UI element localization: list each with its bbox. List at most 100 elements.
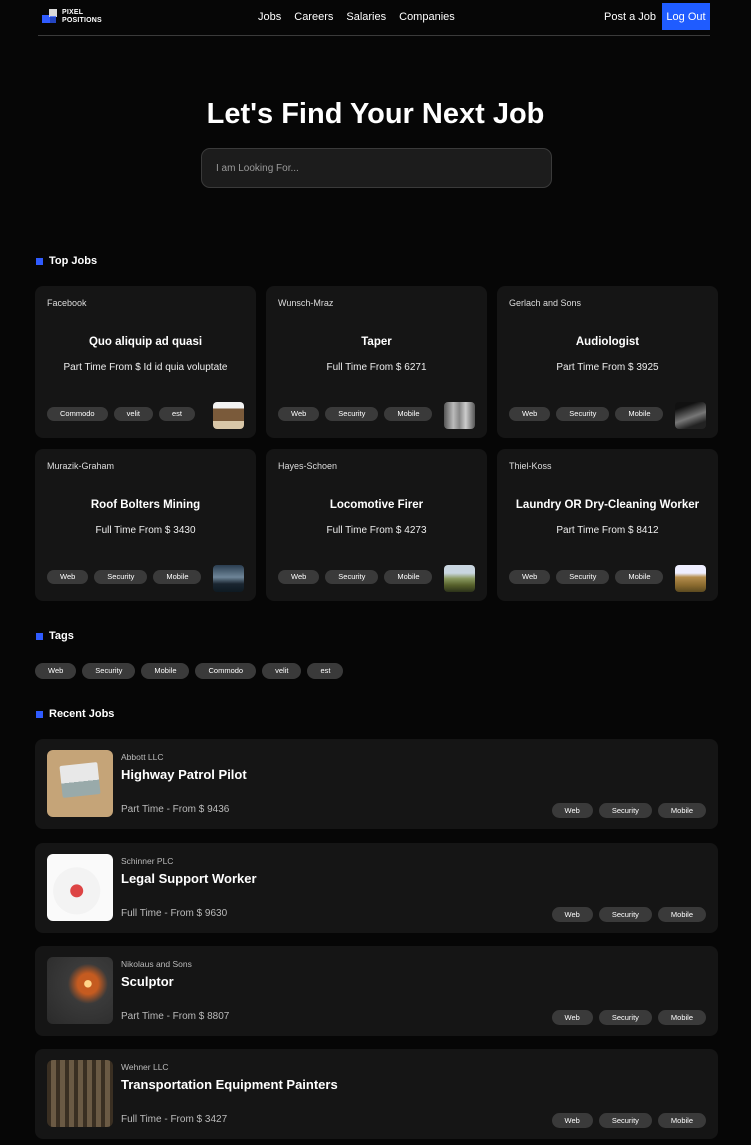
job-card-employer: Facebook [47, 298, 87, 308]
tag-pill[interactable]: Web [551, 803, 593, 818]
job-card-employer: Gerlach and Sons [509, 298, 582, 308]
tag-pill[interactable]: Security [94, 570, 148, 584]
job-card-salary: Full Time From $ 3430 [95, 525, 196, 536]
tag-pill[interactable]: Mobile [384, 570, 433, 584]
tag-pill[interactable]: Mobile [615, 407, 664, 421]
recent-job-title[interactable]: Legal Support Worker [121, 871, 257, 886]
employer-logo-image [47, 957, 113, 1024]
job-card[interactable]: Wunsch-Mraz Taper Full Time From $ 6271 … [266, 286, 487, 438]
job-card-title[interactable]: Roof Bolters Mining [35, 499, 256, 511]
tag-pill[interactable]: Security [82, 663, 136, 679]
nav-link-companies[interactable]: Companies [399, 11, 455, 23]
job-card-salary: Part Time From $ 8412 [556, 525, 659, 536]
tag-list: Web Security Mobile Commodo velit est [35, 663, 344, 679]
job-card-title[interactable]: Laundry OR Dry-Cleaning Worker [497, 499, 718, 511]
tag-pill[interactable]: Security [556, 570, 610, 584]
tag-pill[interactable]: Security [325, 570, 379, 584]
job-card[interactable]: Gerlach and Sons Audiologist Part Time F… [497, 286, 718, 438]
recent-job-salary: Part Time - From $ 8807 [121, 1011, 230, 1022]
recent-job-salary: Part Time - From $ 9436 [121, 804, 230, 815]
tag-pill[interactable]: Mobile [615, 570, 664, 584]
job-card-employer: Wunsch-Mraz [278, 298, 334, 308]
tag-pill[interactable]: Web [551, 1010, 593, 1025]
tag-pill[interactable]: Web [551, 907, 593, 922]
job-card-title[interactable]: Taper [266, 336, 487, 348]
recent-job-row[interactable]: Wehner LLC Transportation Equipment Pain… [35, 1049, 718, 1139]
tag-pill[interactable]: Web [509, 407, 551, 421]
job-card[interactable]: Facebook Quo aliquip ad quasi Part Time … [35, 286, 256, 438]
tag-pill[interactable]: est [158, 407, 195, 421]
tag-pill[interactable]: Mobile [657, 803, 706, 818]
job-card-title[interactable]: Locomotive Firer [266, 499, 487, 511]
logout-button[interactable]: Log Out [662, 3, 710, 30]
recent-jobs-heading-label: Recent Jobs [49, 708, 115, 720]
tag-pill[interactable]: velit [262, 663, 302, 679]
tag-pill[interactable]: Mobile [657, 1113, 706, 1128]
top-nav: PIXEL POSITIONS Jobs Careers Salaries Co… [38, 0, 710, 36]
job-card[interactable]: Thiel-Koss Laundry OR Dry-Cleaning Worke… [497, 449, 718, 601]
tag-pill[interactable]: Web [47, 570, 89, 584]
square-bullet-icon [36, 632, 43, 640]
recent-job-title[interactable]: Sculptor [121, 974, 174, 989]
recent-job-employer: Abbott LLC [121, 752, 164, 762]
tag-pill[interactable]: Web [35, 663, 77, 679]
tag-pill[interactable]: Web [278, 570, 320, 584]
tag-pill[interactable]: Mobile [141, 663, 190, 679]
tag-pill[interactable]: Commodo [195, 663, 257, 679]
recent-job-title[interactable]: Highway Patrol Pilot [121, 767, 247, 782]
job-card-employer: Murazik-Graham [47, 461, 115, 471]
job-card[interactable]: Murazik-Graham Roof Bolters Mining Full … [35, 449, 256, 601]
recent-job-row[interactable]: Nikolaus and Sons Sculptor Part Time - F… [35, 946, 718, 1036]
square-bullet-icon [36, 257, 43, 265]
recent-job-row[interactable]: Abbott LLC Highway Patrol Pilot Part Tim… [35, 739, 718, 829]
employer-logo-image [675, 402, 706, 429]
tag-pill[interactable]: Commodo [47, 407, 108, 421]
job-card[interactable]: Hayes-Schoen Locomotive Firer Full Time … [266, 449, 487, 601]
employer-logo-image [444, 402, 475, 429]
recent-job-row[interactable]: Schinner PLC Legal Support Worker Full T… [35, 843, 718, 933]
tag-pill[interactable]: Web [551, 1113, 593, 1128]
tag-pill[interactable]: Mobile [384, 407, 433, 421]
recent-job-tags: Web Security Mobile [551, 907, 706, 922]
tag-pill[interactable]: Mobile [657, 907, 706, 922]
tag-pill[interactable]: Mobile [657, 1010, 706, 1025]
top-jobs-heading-label: Top Jobs [49, 255, 98, 267]
search-box [201, 148, 552, 188]
tag-pill[interactable]: Web [278, 407, 320, 421]
recent-job-tags: Web Security Mobile [551, 1010, 706, 1025]
employer-logo-image [47, 750, 113, 817]
tag-pill[interactable]: Web [509, 570, 551, 584]
employer-logo-image [213, 565, 244, 592]
recent-job-salary: Full Time - From $ 3427 [121, 1114, 228, 1125]
tag-pill[interactable]: Security [325, 407, 379, 421]
nav-link-jobs[interactable]: Jobs [258, 11, 281, 23]
tag-pill[interactable]: Security [598, 1010, 652, 1025]
job-card-salary: Part Time From $ 3925 [556, 362, 659, 373]
job-card-employer: Thiel-Koss [509, 461, 552, 471]
tag-pill[interactable]: Mobile [153, 570, 202, 584]
job-card-salary: Part Time From $ Id id quia voluptate [63, 362, 228, 373]
post-job-link[interactable]: Post a Job [604, 11, 656, 23]
tag-pill[interactable]: est [307, 663, 344, 679]
job-card-title[interactable]: Audiologist [497, 336, 718, 348]
nav-link-careers[interactable]: Careers [294, 11, 333, 23]
tag-pill[interactable]: Security [598, 1113, 652, 1128]
tag-pill[interactable]: velit [113, 407, 153, 421]
pixel-positions-logo[interactable]: PIXEL POSITIONS [42, 9, 106, 25]
square-bullet-icon [36, 710, 43, 718]
search-input[interactable] [202, 149, 551, 187]
job-card-title[interactable]: Quo aliquip ad quasi [35, 336, 256, 348]
recent-job-title[interactable]: Transportation Equipment Painters [121, 1077, 338, 1092]
nav-link-salaries[interactable]: Salaries [346, 11, 386, 23]
employer-logo-image [444, 565, 475, 592]
recent-job-employer: Nikolaus and Sons [121, 959, 192, 969]
nav-links: Jobs Careers Salaries Companies [258, 11, 455, 23]
tag-pill[interactable]: Security [598, 907, 652, 922]
employer-logo-image [47, 1060, 113, 1127]
tag-pill[interactable]: Security [598, 803, 652, 818]
tag-pill[interactable]: Security [556, 407, 610, 421]
job-card-tags: Web Security Mobile [509, 570, 664, 584]
tags-heading: Tags [36, 630, 74, 642]
hero-title: Let's Find Your Next Job [206, 98, 545, 130]
recent-job-salary: Full Time - From $ 9630 [121, 908, 228, 919]
